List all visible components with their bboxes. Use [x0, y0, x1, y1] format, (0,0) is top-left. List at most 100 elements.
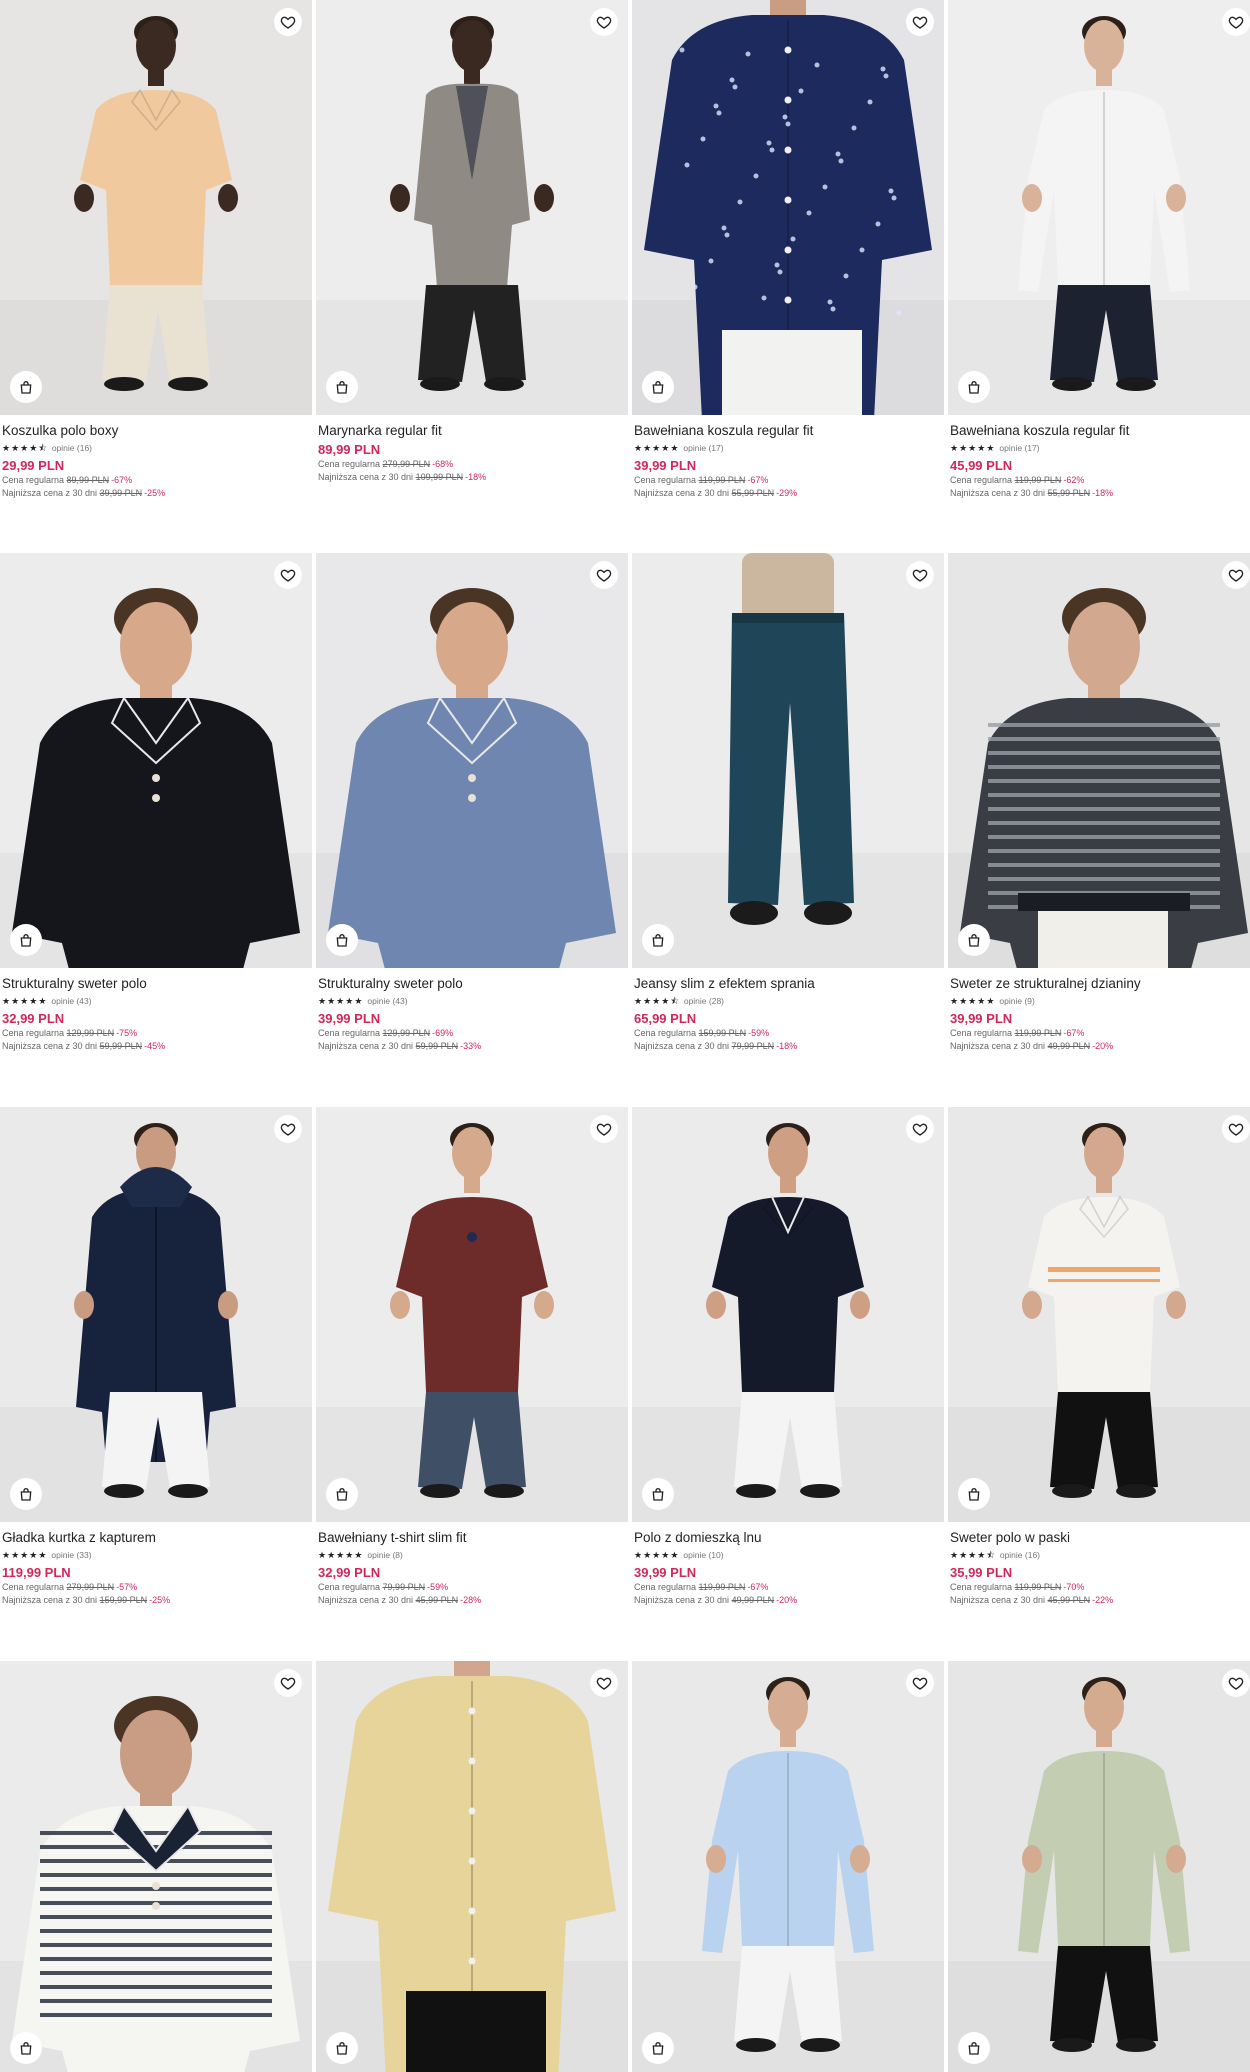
- add-to-cart-button[interactable]: [642, 371, 674, 403]
- product-card[interactable]: [316, 1661, 628, 2072]
- product-name[interactable]: Gładka kurtka z kapturem: [2, 1530, 310, 1546]
- product-card[interactable]: Jeansy slim z efektem sprania ★ ★ ★ ★ ⯪ opinie…: [632, 553, 944, 1106]
- product-image[interactable]: [316, 0, 628, 415]
- product-info: Sweter polo w paski ★ ★ ★ ★ ⯪ opinie (16) 35,99…: [950, 1530, 1250, 1607]
- favorite-button[interactable]: [274, 8, 302, 36]
- favorite-button[interactable]: [274, 1669, 302, 1697]
- favorite-button[interactable]: [906, 1669, 934, 1697]
- product-image[interactable]: [0, 1107, 312, 1522]
- product-name[interactable]: Sweter polo w paski: [950, 1530, 1250, 1546]
- product-card[interactable]: [632, 1661, 944, 2072]
- product-card[interactable]: Marynarka regular fit 89,99 PLN Cena regul…: [316, 0, 628, 553]
- product-image[interactable]: [632, 1107, 944, 1522]
- regular-price-line: Cena regularna 119,99 PLN -67%: [634, 474, 942, 487]
- favorite-button[interactable]: [274, 561, 302, 589]
- review-count[interactable]: opinie (16): [52, 443, 92, 453]
- product-card[interactable]: Sweter polo w paski ★ ★ ★ ★ ⯪ opinie (16) 35,99…: [948, 1107, 1250, 1660]
- add-to-cart-button[interactable]: [10, 2032, 42, 2064]
- review-count[interactable]: opinie (17): [683, 443, 723, 453]
- product-image[interactable]: [632, 0, 944, 415]
- product-card[interactable]: Polo z domieszką lnu ★ ★ ★ ★ ★ opinie (10) 39,9…: [632, 1107, 944, 1660]
- add-to-cart-button[interactable]: [10, 924, 42, 956]
- star-icon: ★: [345, 1550, 354, 1560]
- product-name[interactable]: Polo z domieszką lnu: [634, 1530, 942, 1546]
- regular-price: 119,99 PLN: [1014, 475, 1062, 485]
- favorite-button[interactable]: [1222, 561, 1250, 589]
- lowest-price-line: Najniższa cena z 30 dni 39,99 PLN -25%: [2, 487, 310, 500]
- product-name[interactable]: Bawełniany t-shirt slim fit: [318, 1530, 626, 1546]
- favorite-button[interactable]: [906, 561, 934, 589]
- product-name[interactable]: Jeansy slim z efektem sprania: [634, 976, 942, 992]
- product-name[interactable]: Strukturalny sweter polo: [318, 976, 626, 992]
- favorite-button[interactable]: [590, 561, 618, 589]
- product-image[interactable]: [0, 0, 312, 415]
- product-image[interactable]: [316, 553, 628, 968]
- product-image[interactable]: [948, 1661, 1250, 2072]
- product-image[interactable]: [948, 553, 1250, 968]
- product-card[interactable]: [0, 1661, 312, 2072]
- product-image[interactable]: [948, 0, 1250, 415]
- regular-price-line: Cena regularna 129,99 PLN -75%: [2, 1027, 310, 1040]
- product-image[interactable]: [632, 553, 944, 968]
- favorite-button[interactable]: [906, 8, 934, 36]
- current-price: 65,99 PLN: [634, 1011, 697, 1026]
- favorite-button[interactable]: [590, 8, 618, 36]
- review-count[interactable]: opinie (16): [1000, 1550, 1040, 1560]
- favorite-button[interactable]: [274, 1115, 302, 1143]
- favorite-button[interactable]: [590, 1115, 618, 1143]
- star-icon: ★: [661, 996, 670, 1006]
- current-price: 89,99 PLN: [318, 442, 381, 457]
- product-card[interactable]: Bawełniany t-shirt slim fit ★ ★ ★ ★ ★ opinie (…: [316, 1107, 628, 1660]
- add-to-cart-button[interactable]: [326, 1478, 358, 1510]
- product-card[interactable]: Bawełniana koszula regular fit ★ ★ ★ ★ ★ opini…: [948, 0, 1250, 553]
- product-card[interactable]: [948, 1661, 1250, 2072]
- product-name[interactable]: Bawełniana koszula regular fit: [950, 423, 1250, 439]
- product-image[interactable]: [632, 1661, 944, 2072]
- product-card[interactable]: Strukturalny sweter polo ★ ★ ★ ★ ★ opinie (43)…: [0, 553, 312, 1106]
- product-image[interactable]: [0, 1661, 312, 2072]
- add-to-cart-button[interactable]: [958, 2032, 990, 2064]
- add-to-cart-button[interactable]: [958, 924, 990, 956]
- star-icon: ★: [661, 1550, 670, 1560]
- favorite-button[interactable]: [1222, 1669, 1250, 1697]
- product-image[interactable]: [316, 1661, 628, 2072]
- add-to-cart-button[interactable]: [326, 371, 358, 403]
- product-name[interactable]: Koszulka polo boxy: [2, 423, 310, 439]
- product-name[interactable]: Bawełniana koszula regular fit: [634, 423, 942, 439]
- add-to-cart-button[interactable]: [326, 2032, 358, 2064]
- review-count[interactable]: opinie (28): [684, 996, 724, 1006]
- add-to-cart-button[interactable]: [10, 371, 42, 403]
- product-info: Bawełniany t-shirt slim fit ★ ★ ★ ★ ★ opinie (…: [318, 1530, 626, 1607]
- product-card[interactable]: Gładka kurtka z kapturem ★ ★ ★ ★ ★ opinie (33)…: [0, 1107, 312, 1660]
- review-count[interactable]: opinie (17): [999, 443, 1039, 453]
- product-name[interactable]: Marynarka regular fit: [318, 423, 626, 439]
- favorite-button[interactable]: [1222, 1115, 1250, 1143]
- review-count[interactable]: opinie (43): [51, 996, 91, 1006]
- product-card[interactable]: Strukturalny sweter polo ★ ★ ★ ★ ★ opinie (43)…: [316, 553, 628, 1106]
- review-count[interactable]: opinie (10): [683, 1550, 723, 1560]
- favorite-button[interactable]: [590, 1669, 618, 1697]
- add-to-cart-button[interactable]: [642, 924, 674, 956]
- add-to-cart-button[interactable]: [958, 1478, 990, 1510]
- product-name[interactable]: Sweter ze strukturalnej dzianiny: [950, 976, 1250, 992]
- add-to-cart-button[interactable]: [642, 1478, 674, 1510]
- favorite-button[interactable]: [906, 1115, 934, 1143]
- review-count[interactable]: opinie (43): [367, 996, 407, 1006]
- product-card[interactable]: Bawełniana koszula regular fit ★ ★ ★ ★ ★ opini…: [632, 0, 944, 553]
- regular-discount: -62%: [1063, 475, 1085, 485]
- add-to-cart-button[interactable]: [10, 1478, 42, 1510]
- review-count[interactable]: opinie (8): [367, 1550, 402, 1560]
- review-count[interactable]: opinie (9): [999, 996, 1034, 1006]
- product-image[interactable]: [948, 1107, 1250, 1522]
- product-image[interactable]: [0, 553, 312, 968]
- add-to-cart-button[interactable]: [642, 2032, 674, 2064]
- product-name[interactable]: Strukturalny sweter polo: [2, 976, 310, 992]
- product-card[interactable]: Koszulka polo boxy ★ ★ ★ ★ ⯪ opinie (16) 29,99 …: [0, 0, 312, 553]
- favorite-button[interactable]: [1222, 8, 1250, 36]
- add-to-cart-button[interactable]: [326, 924, 358, 956]
- lowest-price: 59,99 PLN: [415, 1041, 459, 1051]
- product-card[interactable]: Sweter ze strukturalnej dzianiny ★ ★ ★ ★ ★ opi…: [948, 553, 1250, 1106]
- add-to-cart-button[interactable]: [958, 371, 990, 403]
- review-count[interactable]: opinie (33): [51, 1550, 91, 1560]
- product-image[interactable]: [316, 1107, 628, 1522]
